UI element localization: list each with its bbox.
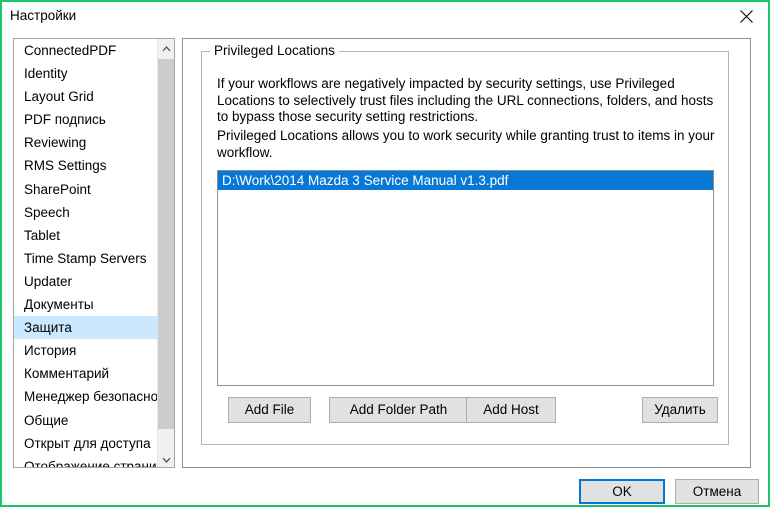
sidebar-item-general[interactable]: Общие: [14, 409, 158, 432]
list-item[interactable]: D:\Work\2014 Mazda 3 Service Manual v1.3…: [218, 171, 713, 190]
close-button[interactable]: [724, 2, 768, 31]
add-host-button[interactable]: Add Host: [466, 397, 556, 423]
sidebar-scrollbar[interactable]: [157, 39, 174, 467]
window-title: Настройки: [10, 8, 77, 23]
ok-button[interactable]: OK: [579, 479, 665, 504]
cancel-button[interactable]: Отмена: [675, 479, 759, 504]
settings-dialog: Настройки ConnectedPDF Identity Layout G…: [0, 0, 770, 507]
scroll-down-button[interactable]: [158, 450, 174, 467]
sidebar-item-layout-grid[interactable]: Layout Grid: [14, 85, 158, 108]
group-title: Privileged Locations: [210, 43, 339, 58]
sidebar-item-security[interactable]: Защита: [14, 316, 158, 340]
sidebar-items: ConnectedPDF Identity Layout Grid PDF по…: [14, 39, 165, 467]
chevron-down-icon: [162, 450, 171, 468]
sidebar-item-pdf-signature[interactable]: PDF подпись: [14, 108, 158, 131]
scroll-up-button[interactable]: [158, 39, 174, 56]
sidebar-item-connectedpdf[interactable]: ConnectedPDF: [14, 39, 158, 62]
chevron-up-icon: [162, 39, 171, 57]
remove-button[interactable]: Удалить: [642, 397, 718, 423]
sidebar-item-tablet[interactable]: Tablet: [14, 224, 158, 247]
privileged-locations-group: Privileged Locations If your workflows a…: [201, 43, 729, 445]
description-paragraph-1: If your workflows are negatively impacte…: [217, 76, 714, 125]
sidebar-item-updater[interactable]: Updater: [14, 270, 158, 293]
sidebar-item-security-manager[interactable]: Менеджер безопаснос: [14, 385, 165, 408]
privileged-locations-listbox[interactable]: D:\Work\2014 Mazda 3 Service Manual v1.3…: [217, 170, 714, 386]
sidebar-item-identity[interactable]: Identity: [14, 62, 158, 85]
sidebar-item-rms-settings[interactable]: RMS Settings: [14, 154, 158, 177]
sidebar-item-page-display[interactable]: Отображение страниц: [14, 455, 164, 467]
sidebar-item-speech[interactable]: Speech: [14, 201, 158, 224]
close-icon: [739, 10, 753, 23]
sidebar-item-comment[interactable]: Комментарий: [14, 362, 158, 385]
sidebar-item-sharepoint[interactable]: SharePoint: [14, 178, 158, 201]
settings-content-panel: Privileged Locations If your workflows a…: [182, 38, 751, 468]
sidebar-item-documents[interactable]: Документы: [14, 293, 158, 316]
settings-category-list[interactable]: ConnectedPDF Identity Layout Grid PDF по…: [13, 38, 175, 468]
description-paragraph-2: Privileged Locations allows you to work …: [217, 128, 715, 160]
sidebar-item-shared-access[interactable]: Открыт для доступа: [14, 432, 158, 455]
add-folder-path-button[interactable]: Add Folder Path: [329, 397, 468, 423]
title-bar: Настройки: [2, 2, 768, 32]
sidebar-item-history[interactable]: История: [14, 339, 158, 362]
sidebar-item-time-stamp-servers[interactable]: Time Stamp Servers: [14, 247, 158, 270]
sidebar-scroll-thumb[interactable]: [158, 59, 174, 429]
add-file-button[interactable]: Add File: [228, 397, 311, 423]
sidebar-item-reviewing[interactable]: Reviewing: [14, 131, 158, 154]
